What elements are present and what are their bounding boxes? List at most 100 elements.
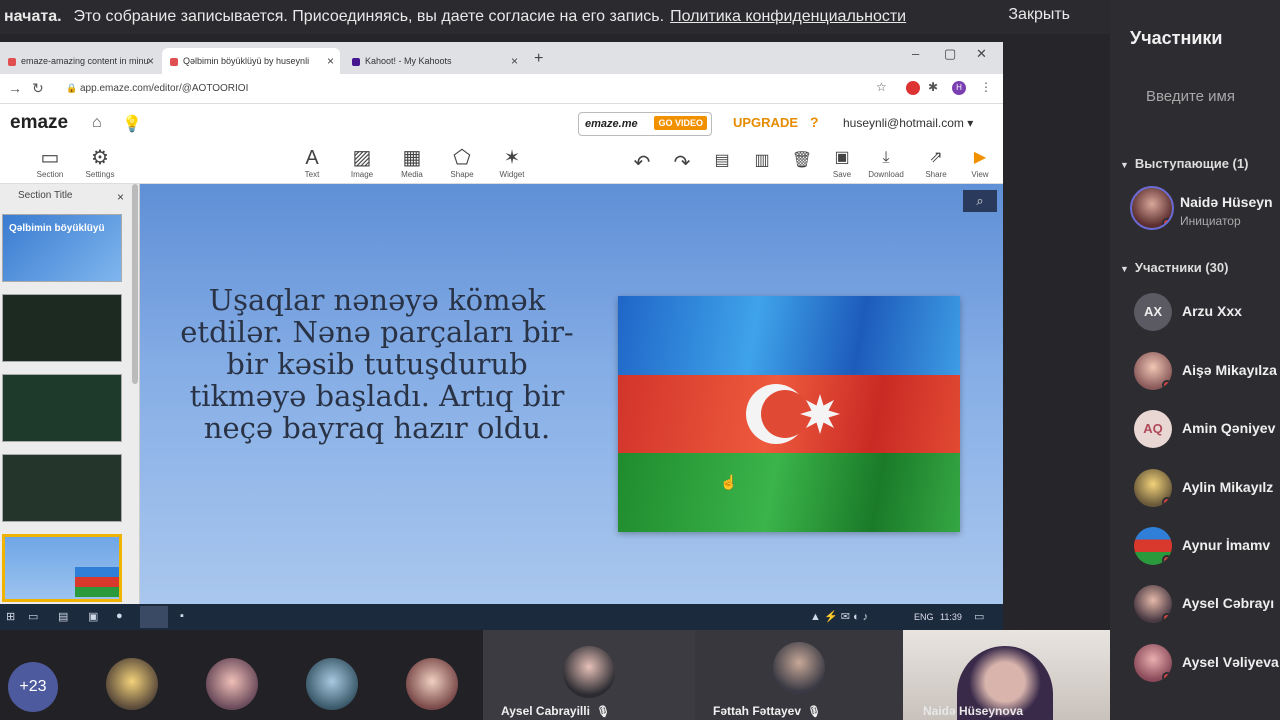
account-menu[interactable]: huseynli@hotmail.com ▾: [843, 116, 973, 130]
video-tile[interactable]: Aysel Cabrayilli 🎙: [483, 630, 695, 720]
participant-name: Arzu Xxx: [1182, 303, 1242, 319]
puzzle-icon[interactable]: ✱: [928, 80, 938, 94]
participant-item[interactable]: AX Arzu Xxx: [1134, 293, 1280, 333]
new-tab-button[interactable]: +: [534, 50, 543, 68]
language-indicator[interactable]: ENG: [914, 612, 934, 622]
thumbnail-title: Qəlbimin böyüklüyü: [9, 223, 105, 234]
participant-role: Инициатор: [1180, 214, 1241, 228]
media-tool-button[interactable]: ▦ Media: [390, 146, 434, 179]
lightbulb-icon[interactable]: 💡: [122, 114, 142, 134]
task-view-icon[interactable]: ▭: [28, 610, 38, 623]
participant-item[interactable]: AQ Amin Qəniyev: [1134, 410, 1280, 450]
home-icon[interactable]: ⌂: [92, 114, 102, 132]
slide-thumbnail[interactable]: [2, 294, 122, 362]
attendees-group[interactable]: ▼ Участники (30): [1120, 260, 1228, 275]
participant-avatar[interactable]: [106, 658, 158, 710]
duplicate-icon[interactable]: ▥: [740, 150, 784, 170]
participant-avatar[interactable]: [406, 658, 458, 710]
tab-emaze-home[interactable]: emaze-amazing content in minu ×: [0, 48, 160, 74]
participant-item[interactable]: Aysel Vəliyeva: [1134, 644, 1280, 684]
slide-text-box[interactable]: Uşaqlar nənəyə kömək etdilər. Nənə parça…: [162, 284, 592, 444]
tab-close-icon[interactable]: ×: [511, 54, 518, 68]
tab-emaze-editor[interactable]: Qəlbimin böyüklüyü by huseynli ×: [162, 48, 340, 74]
shape-tool-button[interactable]: ⬠ Shape: [440, 146, 484, 179]
browser-menu-icon[interactable]: ⋮: [980, 80, 992, 94]
thumbnails-scrollbar[interactable]: [132, 184, 138, 384]
url-field[interactable]: app.emaze.com/editor/@AOTOORIOI: [80, 83, 248, 94]
chrome-taskbar-button[interactable]: [140, 606, 168, 628]
profile-avatar[interactable]: H: [952, 81, 966, 95]
copy-icon[interactable]: ▤: [700, 150, 744, 170]
edge-icon[interactable]: ●: [116, 610, 123, 622]
slide-thumbnail[interactable]: [2, 374, 122, 442]
participant-item[interactable]: Aişə Mikayılza: [1134, 352, 1280, 392]
azerbaijan-flag-image[interactable]: ☝: [618, 296, 960, 532]
participant-item[interactable]: Aynur İmamv: [1134, 527, 1280, 567]
avatar: AX: [1134, 293, 1172, 331]
privacy-policy-link[interactable]: Политика конфиденциальности: [670, 8, 906, 26]
tab-close-icon[interactable]: ×: [327, 54, 334, 68]
help-button[interactable]: ?: [810, 114, 819, 130]
maximize-icon[interactable]: ▢: [944, 46, 956, 62]
slide-thumbnail[interactable]: Qəlbimin böyüklüyü: [2, 214, 122, 282]
participant-item[interactable]: Aylin Mikayılz: [1134, 469, 1280, 509]
forward-icon[interactable]: →: [8, 80, 22, 96]
emaze-me-badge[interactable]: emaze.me GO VIDEO: [578, 112, 712, 136]
participant-name: Aynur İmamv: [1182, 537, 1271, 553]
text-tool-button[interactable]: A Text: [290, 146, 334, 179]
image-icon: ▨: [352, 147, 372, 169]
bookmark-star-icon[interactable]: ☆: [876, 80, 887, 94]
tray-icons[interactable]: ▲ ⚡ ✉ ◐ ♪: [810, 610, 868, 623]
file-explorer-icon[interactable]: ▤: [58, 610, 68, 623]
browser-window: emaze-amazing content in minu × Qəlbimin…: [0, 42, 1003, 630]
settings-button[interactable]: ⚙ Settings: [78, 146, 122, 179]
image-tool-button[interactable]: ▨ Image: [340, 146, 384, 179]
extension-icon[interactable]: [906, 81, 920, 95]
minimize-icon[interactable]: –: [912, 46, 919, 61]
store-icon[interactable]: ▣: [88, 610, 98, 623]
status-dot: [1162, 218, 1172, 228]
section-close-icon[interactable]: ×: [117, 190, 124, 204]
participant-search-input[interactable]: Введите имя: [1146, 88, 1235, 105]
participant-avatar[interactable]: [206, 658, 258, 710]
window-close-icon[interactable]: ✕: [976, 46, 987, 62]
banner-close-button[interactable]: Закрыть: [1008, 6, 1070, 24]
section-title[interactable]: Section Title ×: [0, 190, 130, 208]
view-button[interactable]: ▶ View: [958, 146, 1002, 179]
tool-label: Settings: [85, 170, 115, 179]
slide-canvas[interactable]: ⌕ Uşaqlar nənəyə kömək etdilər. Nənə par…: [140, 184, 1003, 604]
presenters-group[interactable]: ▼ Выступающие (1): [1120, 156, 1248, 171]
more-participants-button[interactable]: +23: [8, 662, 58, 712]
section-button[interactable]: ▭ Section: [28, 146, 72, 179]
emaze-logo[interactable]: emaze: [10, 112, 68, 134]
presenter-item[interactable]: Naidə Hüseyn Инициатор: [1130, 186, 1280, 230]
download-button[interactable]: ⤓ Download: [864, 146, 908, 179]
slide-thumbnail[interactable]: [2, 454, 122, 522]
video-tile[interactable]: Fəttah Fəttayev 🎙: [695, 630, 903, 720]
floppy-icon: ▣: [834, 149, 850, 166]
video-tile-camera[interactable]: Naidə Hüseynova: [903, 630, 1110, 720]
zoom-icon[interactable]: ⌕: [963, 190, 997, 212]
participant-name: Amin Qəniyev: [1182, 420, 1276, 436]
upgrade-button[interactable]: UPGRADE: [733, 115, 798, 130]
participant-avatar[interactable]: [306, 658, 358, 710]
status-dot: [1162, 497, 1172, 507]
start-icon[interactable]: ⊞: [6, 610, 15, 623]
reload-icon[interactable]: ↻: [32, 80, 44, 97]
tab-label: emaze-amazing content in minu: [21, 56, 149, 66]
participant-item[interactable]: Aysel Cəbrayı: [1134, 585, 1280, 625]
trash-icon[interactable]: 🗑: [780, 150, 824, 170]
tab-kahoot[interactable]: Kahoot! - My Kahoots ×: [344, 48, 524, 74]
save-button[interactable]: ▣ Save: [820, 146, 864, 179]
clock[interactable]: 11:39: [940, 612, 962, 622]
app-icon[interactable]: ▪: [180, 610, 184, 622]
tab-close-icon[interactable]: ×: [147, 54, 154, 68]
teams-meeting-window: начата. Это собрание записывается. Присо…: [0, 0, 1280, 720]
share-button[interactable]: ⇗ Share: [914, 146, 958, 179]
redo-icon[interactable]: ↷: [660, 150, 704, 175]
slide-thumbnail-selected[interactable]: [2, 534, 122, 602]
notification-icon[interactable]: ▭: [974, 610, 984, 623]
widget-tool-button[interactable]: ✶ Widget: [490, 146, 534, 179]
chevron-down-icon: ▼: [1120, 264, 1129, 274]
undo-icon[interactable]: ↶: [620, 150, 664, 175]
